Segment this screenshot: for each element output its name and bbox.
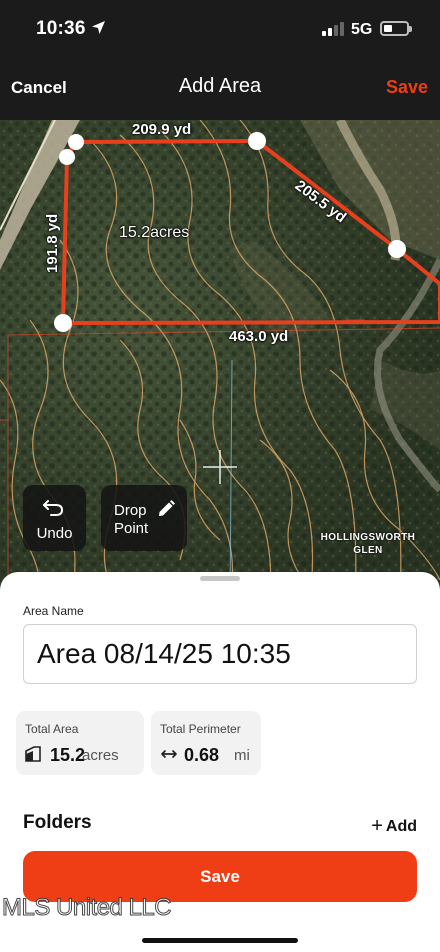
watermark: MLS United LLC xyxy=(1,894,172,922)
measurement-bottom: 463.0 yd xyxy=(229,328,289,345)
measurement-left: 191.8 yd xyxy=(44,213,61,273)
total-area-value: 15.2 xyxy=(50,745,86,765)
area-acres-label: 15.2acres xyxy=(119,224,190,241)
total-perimeter-value: 0.68 xyxy=(184,745,220,765)
network-type: 5G xyxy=(351,21,373,38)
status-time: 10:36 xyxy=(36,18,86,39)
double-arrow-icon xyxy=(161,750,177,758)
battery-icon xyxy=(380,21,412,36)
undo-button[interactable]: Undo xyxy=(23,485,86,551)
location-arrow-icon xyxy=(92,21,105,34)
total-area-card: Total Area 15.2 acres xyxy=(16,711,144,775)
cellular-signal-icon xyxy=(322,22,344,36)
drop-point-label: Drop Point xyxy=(114,502,149,537)
map-view[interactable]: 209.9 yd 205.5 yd 191.8 yd 463.0 yd 15.2… xyxy=(0,120,440,600)
page-title: Add Area xyxy=(178,75,262,97)
nav-save-button[interactable]: Save xyxy=(386,77,428,98)
total-area-title: Total Area xyxy=(25,722,79,736)
undo-icon xyxy=(43,500,64,516)
measurement-top: 209.9 yd xyxy=(132,121,192,138)
status-bar: 10:36 5G xyxy=(0,0,440,58)
folders-add-button[interactable]: + Add xyxy=(371,814,417,837)
place-label: HOLLINGSWORTH GLEN xyxy=(320,532,416,556)
undo-label: Undo xyxy=(36,525,73,542)
total-perimeter-title: Total Perimeter xyxy=(160,722,241,736)
total-perimeter-unit: mi xyxy=(234,747,250,764)
pencil-icon xyxy=(159,500,175,516)
home-indicator[interactable] xyxy=(142,938,298,943)
total-area-unit: acres xyxy=(82,747,119,764)
drop-point-button[interactable]: Drop Point xyxy=(101,485,187,551)
folders-title: Folders xyxy=(23,812,92,833)
area-name-input[interactable] xyxy=(23,624,417,684)
area-name-label: Area Name xyxy=(23,604,84,618)
folders-add-label: Add xyxy=(385,818,417,835)
total-perimeter-card: Total Perimeter 0.68 mi xyxy=(151,711,261,775)
sheet-grabber[interactable] xyxy=(200,576,240,581)
plus-icon: + xyxy=(371,815,383,837)
bottom-sheet: Area Name Total Area 15.2 acres Total Pe… xyxy=(0,572,440,952)
nav-bar: Cancel Add Area Save xyxy=(0,58,440,120)
area-icon xyxy=(25,746,41,762)
